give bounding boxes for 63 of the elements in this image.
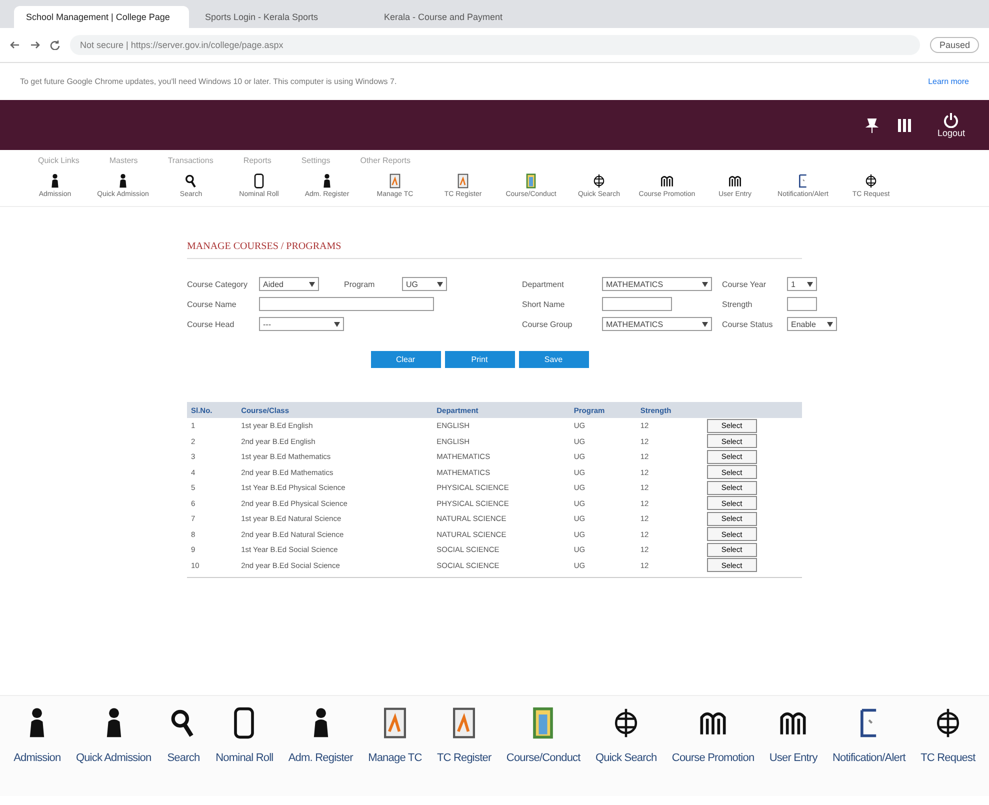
dropdown-field[interactable]: Enable <box>787 317 837 331</box>
profile-button[interactable]: Paused <box>930 37 979 53</box>
globe-icon <box>863 173 879 189</box>
forward-icon[interactable] <box>30 40 40 50</box>
field-label: Course Group <box>522 320 574 328</box>
toolbar-button[interactable]: Notification/Alert <box>832 706 906 796</box>
dropdown-field[interactable]: UG <box>402 277 447 291</box>
dropdown-arrow-icon <box>334 322 340 326</box>
browser-tab[interactable]: Kerala - Course and Payment <box>372 6 547 28</box>
dropdown-arrow-icon <box>702 322 708 326</box>
logout-button[interactable]: Logout <box>931 111 971 139</box>
text-field[interactable] <box>787 297 817 311</box>
dropdown-field[interactable]: MATHEMATICS <box>602 277 712 291</box>
arch-icon <box>659 173 675 189</box>
toolbar-button[interactable]: Nominal Roll <box>216 706 274 796</box>
arch-icon <box>727 173 743 189</box>
toolbar-button[interactable]: TC Register <box>436 706 492 796</box>
dropdown-arrow-icon <box>437 282 443 286</box>
toolbar-button[interactable]: User Entry <box>769 706 818 796</box>
field-label: Department <box>522 280 565 288</box>
back-icon[interactable] <box>10 40 20 50</box>
text-field[interactable] <box>602 297 672 311</box>
power-icon <box>943 112 960 128</box>
pin-icon[interactable] <box>865 117 880 133</box>
field-label: Course Head <box>187 320 236 328</box>
field-label: Course Name <box>187 300 238 308</box>
field-label: Course Category <box>187 280 248 288</box>
field-label: Short Name <box>522 300 566 308</box>
dropdown-field[interactable]: Aided <box>259 277 319 291</box>
action-button[interactable]: Clear <box>370 351 440 368</box>
action-button[interactable]: Print <box>444 351 514 368</box>
toolbar-button[interactable]: Quick Admission <box>76 706 152 796</box>
toolbar-button[interactable]: Quick Search <box>595 706 657 796</box>
info-message: To get future Google Chrome updates, you'll need Windows 10 or later. This computer is using Windows 7. <box>20 77 397 86</box>
document-icon <box>387 173 403 189</box>
toolbar-button[interactable]: Course Promotion <box>672 706 754 796</box>
page-title: MANAGE COURSES / PROGRAMS <box>187 241 802 259</box>
browser-tab[interactable]: School Management | College Page <box>14 6 189 28</box>
address-bar[interactable]: Not secure | https://server.gov.in/college/page.aspx <box>70 35 920 55</box>
toolbar-button[interactable]: Adm. Register <box>288 706 353 796</box>
reload-icon[interactable] <box>50 40 60 50</box>
text-field[interactable] <box>259 297 434 311</box>
toolbar-button[interactable]: Search <box>166 706 200 796</box>
browser-tab[interactable]: Sports Login - Kerala Sports <box>193 6 368 28</box>
document-icon <box>455 173 471 189</box>
toolbar-button[interactable]: Course/Conduct <box>506 706 580 796</box>
toolbar-button[interactable]: Manage TC <box>368 706 422 796</box>
dropdown-arrow-icon <box>827 322 833 326</box>
globe-icon <box>591 173 607 189</box>
toolbar-button[interactable]: TC Request <box>920 706 976 796</box>
field-label: Course Year <box>722 280 768 288</box>
learn-more-link[interactable]: Learn more <box>928 77 969 86</box>
field-label: Program <box>344 280 376 288</box>
dropdown-arrow-icon <box>702 282 708 286</box>
dropdown-field[interactable]: 1 <box>787 277 817 291</box>
toolbar-button[interactable]: Admission <box>14 706 61 796</box>
field-label: Strength <box>722 300 754 308</box>
field-label: Course Status <box>722 320 774 328</box>
action-button[interactable]: Save <box>518 351 588 368</box>
dropdown-field[interactable]: MATHEMATICS <box>602 317 712 331</box>
dropdown-field[interactable]: --- <box>259 317 344 331</box>
dropdown-arrow-icon <box>309 282 315 286</box>
dropdown-arrow-icon <box>807 282 813 286</box>
